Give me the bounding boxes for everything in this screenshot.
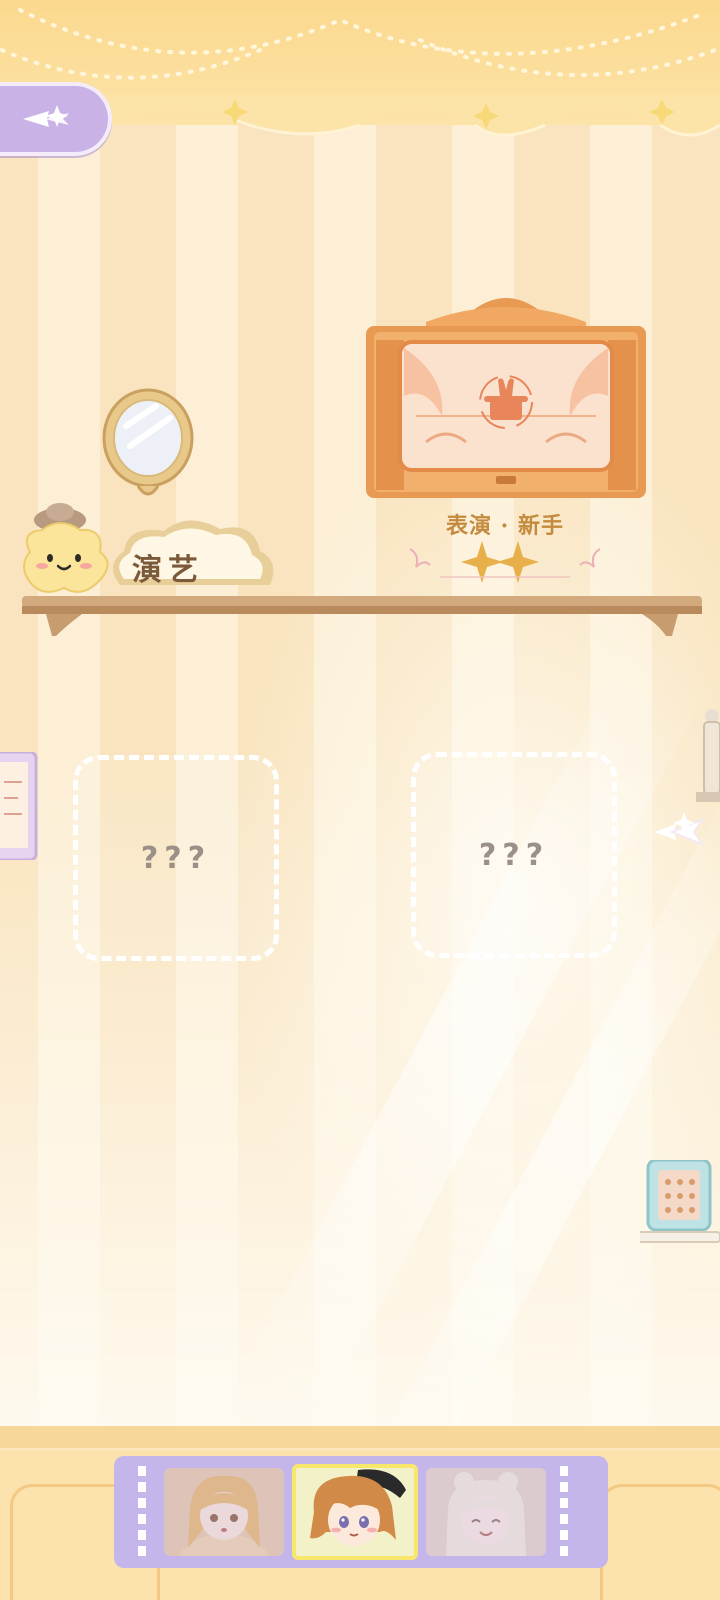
wall-panel (600, 1484, 720, 1600)
character-portrait-selected[interactable] (292, 1464, 418, 1560)
character-selector (114, 1456, 608, 1568)
locked-slot[interactable]: ??? (73, 755, 279, 961)
blonde-girl-portrait (164, 1468, 284, 1556)
performance-frame[interactable] (366, 286, 646, 498)
frame-title: 表演 · 新手 (446, 513, 564, 539)
lamp-decoration (696, 709, 720, 802)
bead-garland (0, 8, 720, 80)
white-hair-girl-portrait (426, 1468, 546, 1556)
locked-slot-text: ??? (478, 837, 550, 873)
mirror-decoration (102, 388, 194, 496)
back-arrow-icon (23, 105, 69, 127)
film-perforation (138, 1466, 146, 1558)
wall-picture-decoration (0, 752, 38, 860)
star-rating (410, 541, 600, 583)
mascot-character (23, 503, 109, 593)
brown-hair-beret-girl-portrait (296, 1468, 414, 1556)
locked-slot-text: ??? (140, 840, 212, 876)
next-arrow-icon (654, 812, 705, 847)
wooden-shelf (22, 596, 702, 636)
gift-box-decoration (640, 1160, 720, 1243)
back-button[interactable] (0, 82, 112, 156)
next-button[interactable] (650, 800, 714, 864)
locked-slot[interactable]: ??? (411, 752, 617, 958)
category-label: 演艺 (132, 553, 204, 588)
film-perforation (560, 1466, 568, 1558)
character-portrait[interactable] (426, 1468, 546, 1556)
character-portrait[interactable] (164, 1468, 284, 1556)
floor-rail (0, 1426, 720, 1451)
